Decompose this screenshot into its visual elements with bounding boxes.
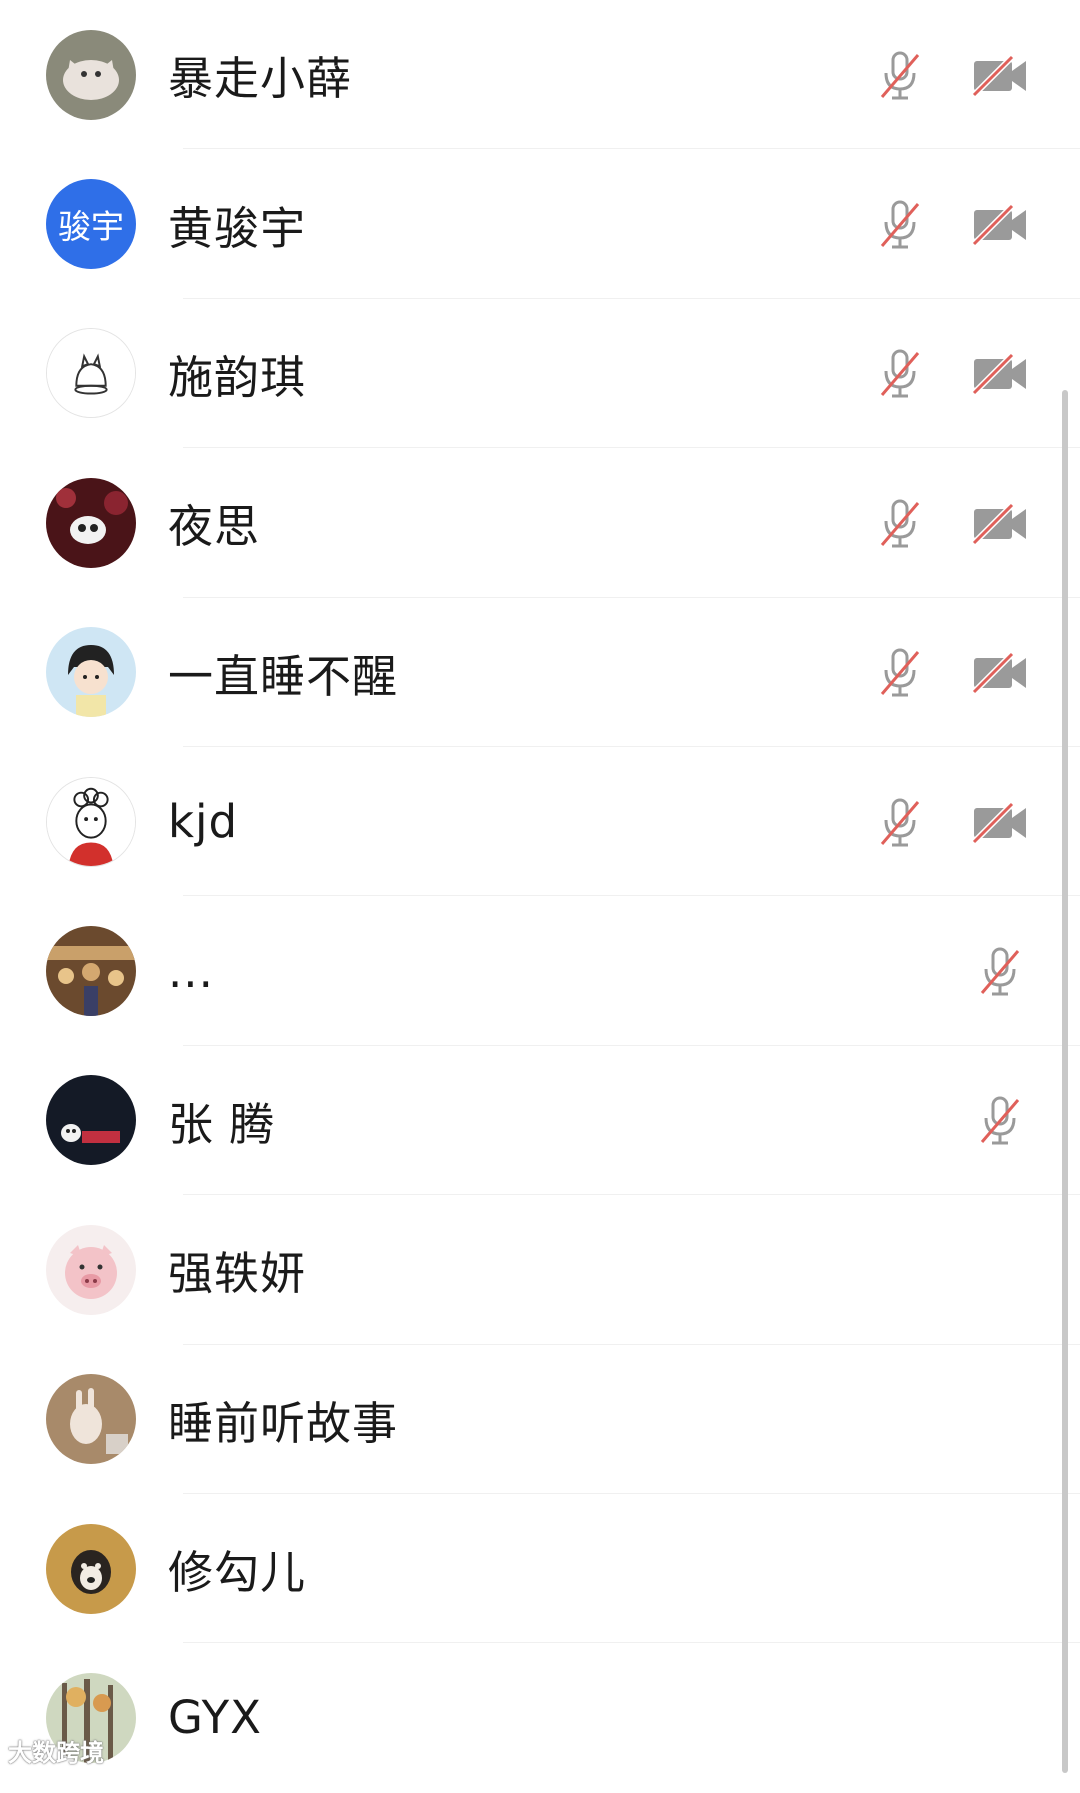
participant-row[interactable]: 睡前听故事 [0, 1345, 1080, 1495]
participant-name: 一直睡不醒 [168, 649, 399, 703]
mic-muted-icon[interactable] [868, 640, 932, 704]
camera-off-icon[interactable] [968, 43, 1032, 107]
mic-muted-icon[interactable] [968, 939, 1032, 1003]
participant-row[interactable]: 张 腾 [0, 1046, 1080, 1196]
participant-name: 夜思 [168, 500, 261, 554]
cartoon-girl-avatar [46, 627, 136, 718]
participant-name: 修勾儿 [168, 1546, 307, 1600]
participant-name: 睡前听故事 [168, 1396, 399, 1450]
participant-name: GYX [168, 1691, 262, 1745]
participant-row[interactable]: 施韵琪 [0, 299, 1080, 449]
participant-name: 强轶妍 [168, 1247, 307, 1301]
mic-muted-icon[interactable] [868, 790, 932, 854]
camera-off-icon[interactable] [968, 640, 1032, 704]
mic-muted-icon[interactable] [868, 491, 932, 555]
participant-name: ... [168, 944, 214, 998]
participant-row[interactable]: 强轶妍 [0, 1195, 1080, 1345]
participant-row[interactable]: 夜思 [0, 448, 1080, 598]
bunny-doll-avatar [46, 1374, 136, 1465]
panda-red-avatar [46, 477, 136, 568]
participant-row[interactable]: GYX [0, 1643, 1080, 1792]
curly-hair-avatar [46, 776, 136, 867]
cat-sketch-avatar [46, 328, 136, 419]
mic-muted-icon[interactable] [868, 43, 932, 107]
participant-row[interactable]: 暴走小薛 [0, 0, 1080, 150]
camera-off-icon[interactable] [968, 790, 1032, 854]
mic-muted-icon[interactable] [868, 341, 932, 405]
participant-list: 暴走小薛 骏宇 黄骏宇 施韵琪 夜思 一直睡不醒 kjd ... 张 腾 强轶妍… [0, 0, 1080, 1793]
dog-avatar [46, 1523, 136, 1614]
participant-row[interactable]: ... [0, 896, 1080, 1047]
mic-muted-icon[interactable] [968, 1088, 1032, 1152]
market-photo-avatar [46, 926, 136, 1017]
participant-row[interactable]: 骏宇 黄骏宇 [0, 149, 1080, 300]
panda-night-avatar [46, 1075, 136, 1166]
camera-off-icon[interactable] [968, 341, 1032, 405]
participant-name: 暴走小薛 [168, 52, 353, 106]
participant-name: 黄骏宇 [168, 201, 307, 255]
participant-name: 施韵琪 [168, 350, 307, 404]
participant-name: 张 腾 [168, 1097, 276, 1151]
pig-avatar [46, 1224, 136, 1315]
participant-row[interactable]: kjd [0, 747, 1080, 897]
scrollbar[interactable] [1062, 390, 1068, 1773]
mic-muted-icon[interactable] [868, 192, 932, 256]
avatar-initials: 骏宇 [58, 207, 124, 247]
cat-photo-avatar [46, 29, 136, 120]
watermark: 大数跨境 [8, 1739, 104, 1767]
camera-off-icon[interactable] [968, 192, 1032, 256]
camera-off-icon[interactable] [968, 491, 1032, 555]
text-avatar: 骏宇 [46, 179, 136, 270]
participant-row[interactable]: 一直睡不醒 [0, 598, 1080, 748]
participant-row[interactable]: 修勾儿 [0, 1494, 1080, 1644]
participant-name: kjd [168, 795, 239, 849]
